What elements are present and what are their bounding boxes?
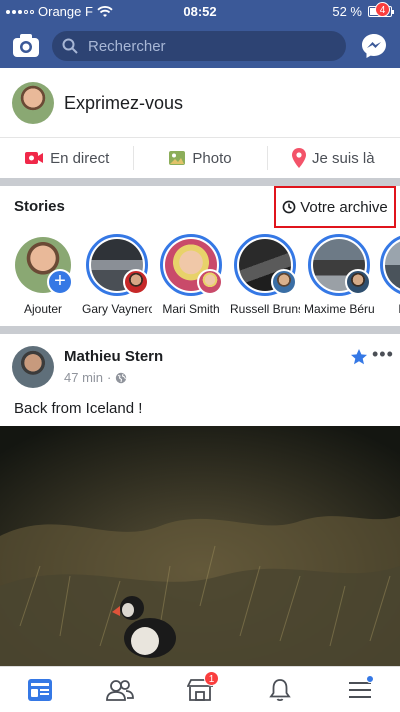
story-thumbnail	[234, 234, 297, 296]
menu-notification-dot	[366, 675, 374, 683]
stories-title: Stories	[14, 198, 65, 215]
tab-notifications[interactable]	[240, 667, 320, 712]
stories-row: + Ajouter Gary Vaynerchuk Mari Smith Rus…	[0, 234, 400, 320]
post-photo[interactable]	[0, 426, 400, 666]
composer-actions: En direct Photo Je suis là	[0, 138, 400, 178]
story-thumbnail: +	[12, 234, 74, 296]
composer-prompt[interactable]: Exprimez-vous	[64, 93, 183, 114]
avatar	[197, 269, 223, 295]
story-thumbnail	[86, 234, 149, 296]
battery-percent: 52 %	[332, 4, 362, 19]
search-icon	[62, 38, 78, 54]
photo-button[interactable]: Photo	[133, 138, 266, 178]
tab-news-feed[interactable]	[0, 667, 80, 712]
separator-dot: ·	[107, 370, 112, 385]
search-input[interactable]	[88, 37, 328, 55]
archive-label: Votre archive	[300, 198, 388, 216]
messenger-badge: 4	[375, 2, 390, 17]
avatar	[271, 269, 297, 295]
friends-icon	[106, 679, 134, 701]
clock-icon	[282, 200, 296, 214]
archive-button[interactable]: Votre archive	[274, 186, 396, 228]
puffin-photo	[0, 426, 400, 666]
story-label: Maxime Bérubé	[304, 302, 374, 316]
post-author-avatar[interactable]	[12, 346, 54, 388]
story-item[interactable]: Russell Brunson	[230, 234, 300, 316]
story-add[interactable]: + Ajouter	[10, 234, 76, 316]
tab-friends[interactable]	[80, 667, 160, 712]
story-thumbnail	[380, 234, 400, 296]
avatar	[345, 269, 371, 295]
story-label: Ajouter	[23, 302, 63, 316]
favorite-star-button[interactable]	[350, 348, 368, 371]
composer[interactable]: Exprimez-vous	[0, 68, 400, 138]
live-video-icon	[25, 152, 44, 164]
avatar	[12, 82, 54, 124]
photo-icon	[169, 151, 186, 165]
story-label: Mari Smith	[162, 302, 220, 316]
story-label: Mike	[376, 302, 400, 316]
tab-marketplace[interactable]: 1	[160, 667, 240, 712]
news-feed-icon	[28, 678, 52, 701]
post-meta: 47 min ·	[64, 370, 127, 385]
top-navbar	[0, 24, 400, 68]
check-in-label: Je suis là	[312, 149, 375, 167]
messenger-icon	[362, 34, 386, 58]
more-options-icon[interactable]: •••	[372, 345, 394, 363]
avatar	[123, 269, 149, 295]
live-video-button[interactable]: En direct	[0, 138, 133, 178]
post-time[interactable]: 47 min	[64, 370, 103, 385]
globe-icon	[116, 372, 127, 383]
camera-icon	[13, 34, 39, 57]
story-label: Russell Brunson	[230, 302, 300, 316]
story-item[interactable]: Gary Vaynerchuk	[82, 234, 152, 316]
camera-button[interactable]	[12, 33, 40, 59]
tab-menu[interactable]	[320, 667, 400, 712]
star-icon	[351, 349, 367, 365]
story-thumbnail	[160, 234, 223, 296]
live-video-label: En direct	[50, 149, 110, 167]
marketplace-badge: 1	[204, 671, 219, 686]
post-text: Back from Iceland !	[14, 400, 143, 417]
search-bar[interactable]	[52, 31, 346, 61]
bell-icon	[269, 678, 291, 701]
story-item[interactable]: Mike	[378, 234, 400, 316]
location-pin-icon	[292, 148, 307, 168]
section-divider	[0, 326, 400, 334]
bottom-tab-bar: 1	[0, 666, 400, 712]
status-bar: Orange F 08:52 52 %	[0, 0, 400, 24]
story-item[interactable]: Mari Smith	[158, 234, 224, 316]
post-author-name[interactable]: Mathieu Stern	[64, 348, 163, 365]
photo-label: Photo	[192, 149, 232, 167]
story-item[interactable]: Maxime Bérubé	[304, 234, 374, 316]
messenger-button[interactable]	[360, 32, 388, 60]
add-story-icon: +	[47, 269, 73, 295]
story-thumbnail	[308, 234, 371, 296]
story-label: Gary Vaynerchuk	[82, 302, 152, 316]
section-divider	[0, 178, 400, 186]
check-in-button[interactable]: Je suis là	[266, 138, 400, 178]
